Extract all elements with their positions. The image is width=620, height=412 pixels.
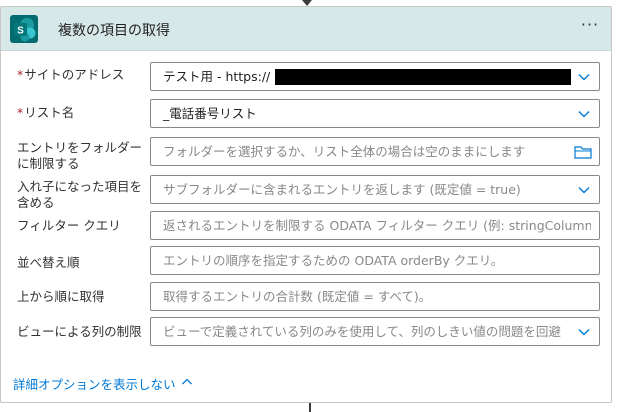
field-label: ビューによる列の制限 (17, 324, 142, 339)
chevron-down-icon (578, 329, 590, 336)
field-label: *リスト名 (17, 105, 75, 120)
folder-placeholder: フォルダーを選択するか、リスト全体の場合は空のままにします (163, 144, 526, 159)
site-address-value: テスト用 - https:// (163, 69, 271, 84)
top-count-input[interactable]: 取得するエントリの合計数 (既定値 = すべて)。 (150, 282, 600, 311)
field-label: エントリをフォルダーに制限する (17, 140, 143, 171)
field-label: *サイトのアドレス (17, 67, 125, 82)
action-header[interactable]: S 複数の項目の取得 ··· (1, 7, 611, 51)
chevron-down-icon (578, 74, 590, 81)
view-placeholder: ビューで定義されている列のみを使用して、列のしきい値の問題を回避 (163, 324, 561, 339)
folder-icon[interactable] (574, 145, 592, 159)
filter-query-input[interactable]: 返されるエントリを制限する ODATA フィルター クエリ (例: string… (150, 211, 600, 240)
required-marker: * (17, 67, 24, 82)
chevron-up-icon[interactable] (181, 376, 193, 388)
field-label: 上から順に取得 (17, 289, 105, 304)
flow-connector-line (309, 403, 311, 412)
folder-picker-field[interactable]: フォルダーを選択するか、リスト全体の場合は空のままにします (150, 137, 600, 166)
field-label: 入れ子になった項目を含める (17, 179, 143, 210)
order-by-input[interactable]: エントリの順序を指定するための ODATA orderBy クエリ。 (150, 246, 600, 275)
view-columns-dropdown[interactable]: ビューで定義されている列のみを使用して、列のしきい値の問題を回避 (150, 317, 600, 346)
action-title: 複数の項目の取得 (58, 23, 170, 39)
more-options-button[interactable]: ··· (579, 17, 601, 39)
hide-advanced-options-link[interactable]: 詳細オプションを表示しない (13, 374, 176, 393)
chevron-down-icon (578, 187, 590, 194)
sharepoint-icon: S (10, 15, 38, 43)
orderby-placeholder: エントリの順序を指定するための ODATA orderBy クエリ。 (163, 253, 504, 268)
redacted-url (275, 69, 571, 85)
field-label: 並べ替え順 (17, 255, 80, 270)
svg-text:S: S (17, 26, 24, 37)
list-name-dropdown[interactable]: _電話番号リスト (150, 99, 600, 128)
action-card: S 複数の項目の取得 ··· *サイトのアドレス テスト用 - https://… (0, 6, 612, 403)
filter-placeholder: 返されるエントリを制限する ODATA フィルター クエリ (例: string… (163, 218, 591, 233)
chevron-down-icon (578, 111, 590, 118)
field-label: フィルター クエリ (17, 218, 121, 233)
required-marker: * (17, 105, 24, 120)
top-count-placeholder: 取得するエントリの合計数 (既定値 = すべて)。 (163, 289, 432, 304)
list-name-value: _電話番号リスト (163, 106, 257, 121)
nested-placeholder: サブフォルダーに含まれるエントリを返します (既定値 = true) (163, 182, 521, 197)
site-address-dropdown[interactable]: テスト用 - https:// (150, 62, 600, 91)
nested-items-dropdown[interactable]: サブフォルダーに含まれるエントリを返します (既定値 = true) (150, 175, 600, 204)
